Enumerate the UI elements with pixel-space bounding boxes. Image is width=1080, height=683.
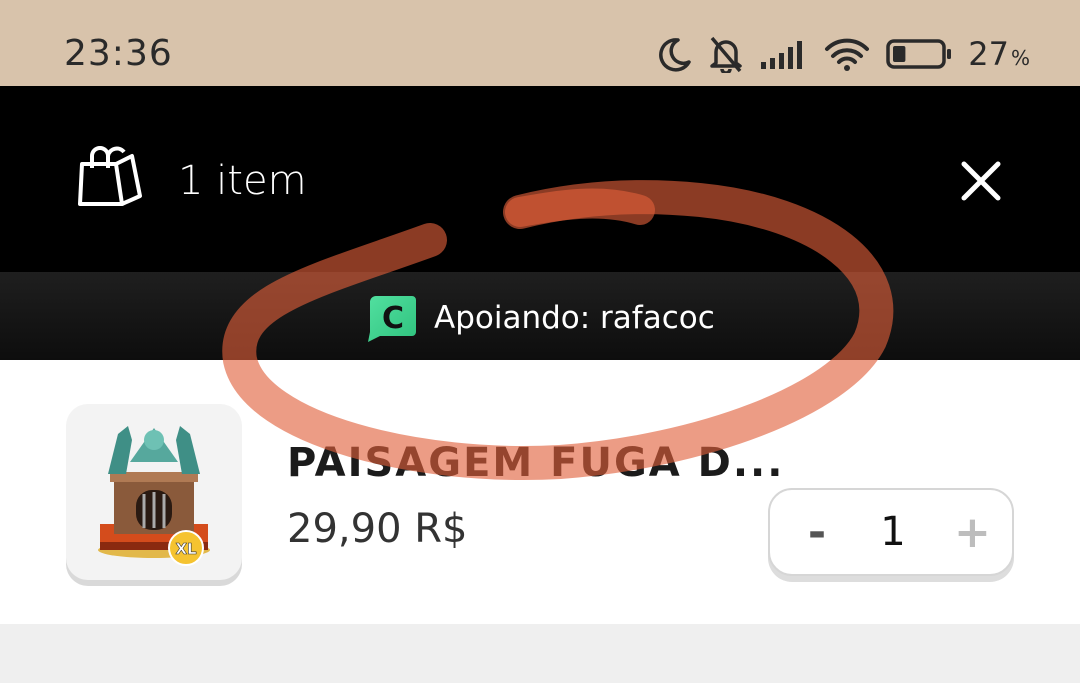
increase-quantity-button[interactable]: + (954, 507, 991, 558)
bell-off-icon (710, 36, 743, 73)
close-icon[interactable] (960, 160, 1002, 202)
svg-text:XL: XL (175, 540, 197, 558)
creator-support-bar: C Apoiando: rafacoc (0, 272, 1080, 360)
battery-percent-value: 27 (968, 35, 1009, 73)
status-time: 23:36 (64, 33, 173, 74)
status-bar: 23:36 27% (0, 0, 1080, 86)
item-name: PAISAGEM FUGA D... (287, 440, 785, 486)
cart-footer-area (0, 624, 1080, 683)
quantity-value: 1 (880, 509, 906, 555)
shopping-bag-icon (78, 146, 142, 206)
cart-header: 1 item (0, 86, 1080, 272)
battery-icon (886, 39, 952, 69)
status-icons: 27% (658, 34, 1030, 74)
item-price: 29,90 R$ (287, 506, 468, 552)
moon-icon (659, 38, 692, 72)
battery-percent-unit: % (1010, 46, 1030, 70)
creator-support: C Apoiando: rafacoc (366, 292, 715, 344)
cart-item: XL PAISAGEM FUGA D... 29,90 R$ - 1 + (0, 360, 1080, 624)
svg-text:C: C (382, 301, 404, 336)
creator-code-logo-icon: C (368, 296, 416, 342)
wifi-icon (825, 38, 870, 71)
item-thumbnail: XL (66, 404, 242, 580)
decrease-quantity-button[interactable]: - (802, 507, 832, 558)
cart-item-count: 1 item (178, 158, 307, 204)
quantity-stepper: - 1 + (768, 488, 1014, 576)
creator-support-label: Apoiando: rafacoc (434, 300, 715, 336)
signal-icon (761, 41, 803, 69)
scenery-image-icon: XL (98, 426, 210, 566)
battery-percent: 27% (968, 35, 1030, 73)
